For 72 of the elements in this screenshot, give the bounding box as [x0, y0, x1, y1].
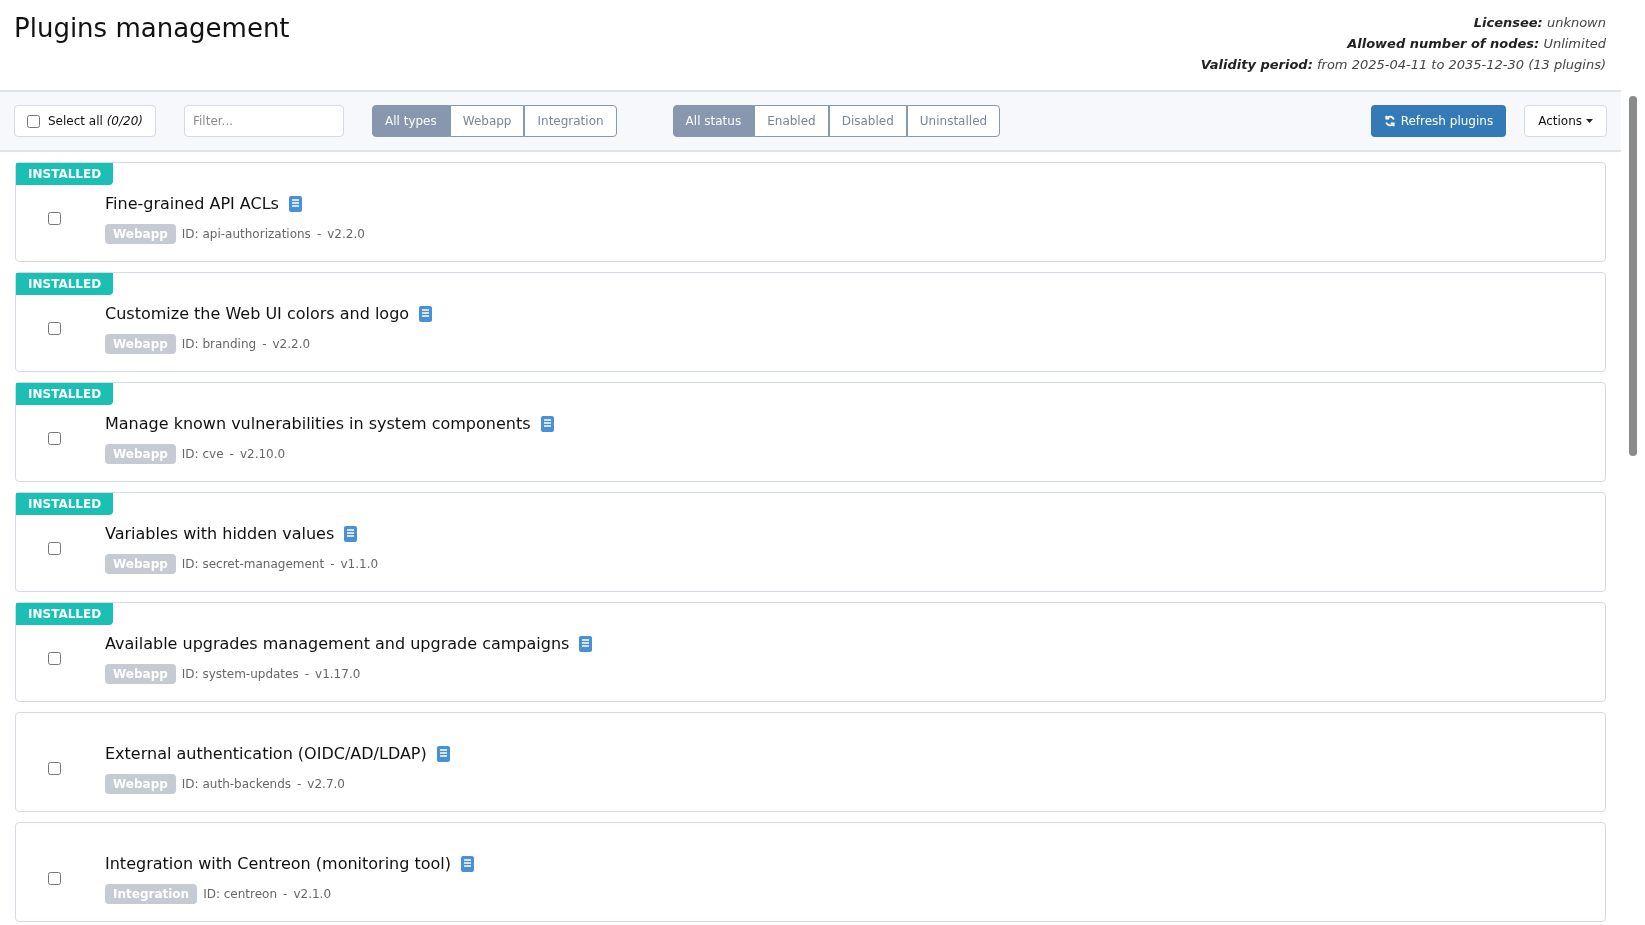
type-tag: Webapp: [105, 664, 176, 684]
status-badge: INSTALLED: [16, 163, 114, 185]
separator: -: [297, 776, 302, 793]
plugin-version: v1.1.0: [340, 556, 379, 573]
plugin-name: Integration with Centreon (monitoring tool): [105, 853, 451, 875]
book-icon[interactable]: [419, 306, 433, 322]
caret-icon: [1586, 119, 1593, 123]
book-icon[interactable]: [540, 416, 554, 432]
plugin-version: v2.7.0: [307, 776, 345, 793]
plugin-id: ID: centreon: [203, 886, 278, 903]
filter-tab[interactable]: Webapp: [449, 105, 525, 137]
plugin-version: v2.2.0: [272, 336, 311, 353]
plugin-version: v2.2.0: [327, 226, 365, 243]
plugin-id: ID: api-authorizations: [181, 226, 311, 243]
plugin-checkbox[interactable]: [48, 211, 61, 225]
plugin-id: ID: system-updates: [181, 666, 299, 683]
license-info: Allowed number of nodes: Unlimited: [1347, 35, 1606, 53]
plugin-name: Customize the Web UI colors and logo: [105, 303, 410, 325]
select-all-checkbox[interactable]: [27, 114, 40, 128]
book-icon[interactable]: [288, 196, 302, 212]
filter-tab[interactable]: All status: [672, 105, 755, 137]
license-info: Validity period: from 2025-04-11 to 2035-12-30 (13 plugins): [1200, 56, 1606, 74]
plugin-id: ID: cve: [181, 446, 224, 463]
plugin-name: External authentication (OIDC/AD/LDAP): [105, 743, 427, 765]
plugin-name: Variables with hidden values: [105, 523, 335, 545]
filter-tab[interactable]: Disabled: [828, 105, 907, 137]
plugin-checkbox[interactable]: [48, 541, 61, 555]
type-tag: Webapp: [105, 444, 176, 464]
plugin-checkbox[interactable]: [48, 321, 61, 335]
book-icon[interactable]: [461, 856, 474, 872]
type-tag: Webapp: [105, 224, 176, 244]
separator: -: [330, 556, 335, 573]
plugin-id: ID: auth-backends: [181, 776, 291, 793]
filter-tab[interactable]: Integration: [524, 105, 617, 137]
plugin-id: ID: branding: [181, 336, 257, 353]
plugin-checkbox[interactable]: [48, 431, 61, 445]
type-tag: Webapp: [105, 334, 176, 354]
status-badge: INSTALLED: [16, 493, 114, 515]
plugin-checkbox[interactable]: [48, 651, 61, 665]
type-tag: Webapp: [105, 774, 176, 794]
status-badge: INSTALLED: [16, 603, 114, 625]
plugin-name: Available upgrades management and upgrade campaigns: [105, 633, 570, 655]
filter-tab[interactable]: Enabled: [754, 105, 829, 137]
license-info: Licensee: unknown: [1473, 14, 1606, 32]
filter-tab[interactable]: Uninstalled: [906, 105, 1001, 137]
status-badge: INSTALLED: [16, 383, 114, 405]
select-all-control[interactable]: Select all (0/20): [14, 105, 156, 137]
separator: -: [304, 666, 310, 683]
book-icon[interactable]: [579, 636, 593, 652]
actions-button[interactable]: Actions: [1524, 105, 1607, 137]
type-tag: Integration: [105, 884, 198, 904]
separator: -: [316, 226, 322, 243]
separator: -: [283, 886, 288, 903]
refresh-plugins-button[interactable]: Refresh plugins: [1370, 105, 1507, 137]
filter-tab[interactable]: All types: [372, 105, 450, 137]
book-icon[interactable]: [344, 526, 358, 542]
plugin-id: ID: secret-management: [181, 556, 325, 573]
page-title: Plugins management: [14, 12, 290, 45]
plugin-checkbox[interactable]: [48, 871, 61, 885]
plugin-version: v1.17.0: [315, 666, 361, 683]
separator: -: [262, 336, 267, 353]
plugin-checkbox[interactable]: [48, 761, 61, 775]
book-icon[interactable]: [436, 746, 450, 762]
plugin-name: Fine-grained API ACLs: [105, 193, 279, 215]
plugin-version: v2.10.0: [239, 446, 286, 463]
status-badge: INSTALLED: [16, 273, 114, 295]
type-tag: Webapp: [105, 554, 176, 574]
plugin-version: v2.1.0: [293, 886, 332, 903]
separator: -: [229, 446, 234, 463]
refresh-icon: [1383, 115, 1396, 127]
plugin-name: Manage known vulnerabilities in system components: [105, 413, 531, 435]
filter-field[interactable]: Filter...: [184, 105, 344, 137]
